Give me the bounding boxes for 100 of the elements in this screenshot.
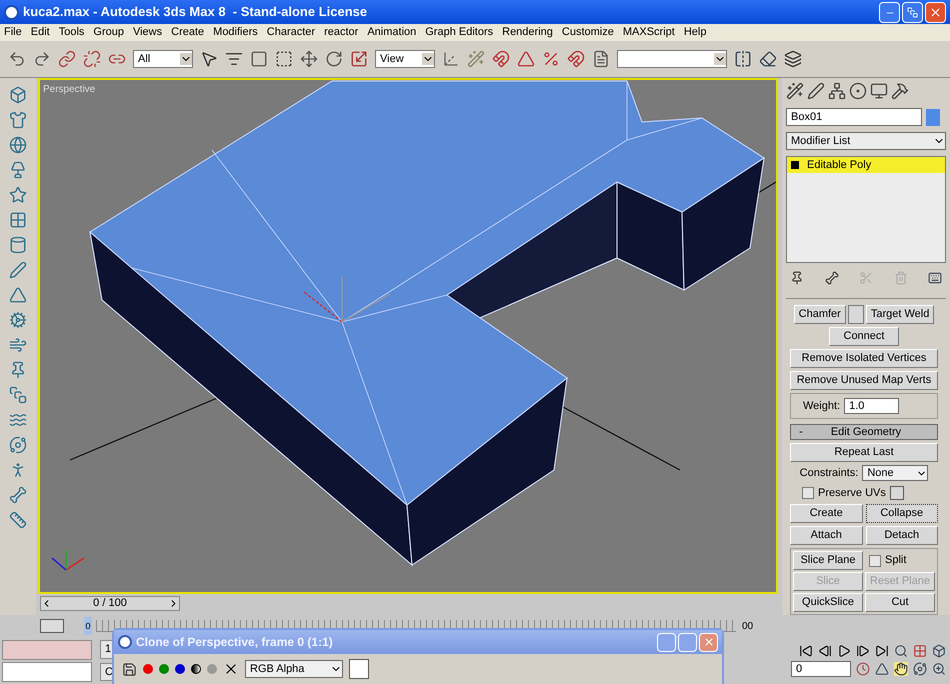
- geometry-button[interactable]: Attach: [790, 526, 862, 545]
- menu-item[interactable]: Character: [266, 24, 316, 41]
- triangle-icon[interactable]: [9, 286, 27, 304]
- connect-button[interactable]: Connect: [829, 327, 899, 346]
- link-icon[interactable]: [58, 50, 76, 68]
- slice-button[interactable]: QuickSlice: [793, 593, 863, 612]
- repeat-last-button[interactable]: Repeat Last: [790, 443, 938, 462]
- menu-item[interactable]: Animation: [367, 24, 416, 41]
- settings-button[interactable]: [890, 486, 904, 500]
- redo-icon[interactable]: [33, 50, 51, 68]
- modify-tab-icon[interactable]: [807, 82, 825, 100]
- rotate-icon[interactable]: [325, 50, 343, 68]
- split-checkbox[interactable]: [869, 554, 881, 566]
- move-icon[interactable]: [300, 50, 318, 68]
- percent-snap-icon[interactable]: [542, 50, 560, 68]
- remove-unused-map-verts-button[interactable]: Remove Unused Map Verts: [790, 371, 938, 390]
- go-to-start-icon[interactable]: [799, 644, 813, 658]
- rollout-header[interactable]: - Edit Geometry: [790, 424, 938, 440]
- checker-icon[interactable]: [9, 211, 27, 229]
- magnet-icon[interactable]: [492, 50, 510, 68]
- restore-button[interactable]: [902, 2, 923, 22]
- pen-icon[interactable]: [9, 261, 27, 279]
- go-to-end-icon[interactable]: [875, 644, 889, 658]
- constraints-dropdown[interactable]: None: [862, 465, 928, 482]
- unlink-icon[interactable]: [83, 50, 101, 68]
- channel-dropdown[interactable]: RGB Alpha: [245, 660, 343, 678]
- menu-item[interactable]: Help: [684, 24, 706, 41]
- mono-channel-icon[interactable]: [191, 664, 201, 674]
- window-selection-icon[interactable]: [275, 50, 293, 68]
- menu-item[interactable]: Views: [132, 24, 162, 41]
- lamp-icon[interactable]: [9, 161, 27, 179]
- display-tab-icon[interactable]: [870, 82, 888, 100]
- menu-item[interactable]: Edit: [30, 24, 50, 41]
- slice-button[interactable]: Cut: [865, 593, 935, 612]
- frame-counter-bar[interactable]: 0 / 100: [40, 596, 180, 610]
- undo-icon[interactable]: [8, 50, 26, 68]
- ruler-icon[interactable]: [9, 511, 27, 529]
- rectangle-selection-icon[interactable]: [250, 50, 268, 68]
- menu-item[interactable]: Rendering: [502, 24, 553, 41]
- geometry-button[interactable]: Collapse: [866, 504, 938, 523]
- waves-icon[interactable]: [9, 411, 27, 429]
- menu-item[interactable]: File: [4, 24, 22, 41]
- minimize-button[interactable]: [657, 632, 676, 652]
- previous-frame-icon[interactable]: [818, 644, 832, 658]
- zoom-icon[interactable]: [894, 644, 908, 658]
- hierarchy-tab-icon[interactable]: [828, 82, 846, 100]
- pin-stack-icon[interactable]: [790, 270, 804, 285]
- boxes-icon[interactable]: [9, 86, 27, 104]
- geometry-button[interactable]: Create: [790, 504, 862, 523]
- object-name-field[interactable]: Box01: [786, 108, 922, 126]
- menu-item[interactable]: Modifiers: [213, 24, 258, 41]
- list-icon[interactable]: [225, 50, 243, 68]
- layers-icon[interactable]: [784, 50, 802, 68]
- pin-icon[interactable]: [9, 361, 27, 379]
- close-button[interactable]: [925, 2, 946, 22]
- scale-icon[interactable]: [350, 50, 368, 68]
- sphere-icon[interactable]: [9, 136, 27, 154]
- menu-item[interactable]: Tools: [58, 24, 84, 41]
- play-icon[interactable]: [837, 644, 851, 658]
- slice-plane-button[interactable]: Slice Plane: [793, 551, 863, 570]
- menu-item[interactable]: reactor: [324, 24, 358, 41]
- next-frame-icon[interactable]: [856, 644, 870, 658]
- orbit-icon[interactable]: [913, 662, 927, 676]
- object-color-swatch[interactable]: [926, 108, 940, 126]
- rings-icon[interactable]: [9, 436, 27, 454]
- target-weld-button[interactable]: Target Weld: [866, 305, 934, 324]
- gear-icon[interactable]: [9, 311, 27, 329]
- time-thumb[interactable]: 0: [84, 617, 92, 635]
- utilities-tab-icon[interactable]: [891, 82, 909, 100]
- script-output-field[interactable]: [2, 662, 92, 682]
- script-listener-field[interactable]: [2, 640, 92, 660]
- menu-item[interactable]: Group: [93, 24, 124, 41]
- menu-item[interactable]: Create: [171, 24, 204, 41]
- close-button[interactable]: [699, 632, 718, 652]
- mirror-icon[interactable]: [734, 50, 752, 68]
- menu-item[interactable]: MAXScript: [622, 24, 675, 41]
- pan-icon[interactable]: [894, 662, 908, 676]
- minimize-button[interactable]: [879, 2, 900, 22]
- reference-coordinate-dropdown[interactable]: View: [375, 50, 435, 68]
- star-icon[interactable]: [9, 186, 27, 204]
- create-tab-icon[interactable]: [786, 82, 804, 100]
- shirt-icon[interactable]: [9, 111, 27, 129]
- remove-isolated-vertices-button[interactable]: Remove Isolated Vertices: [790, 349, 938, 368]
- frame-field[interactable]: 0: [791, 661, 851, 677]
- stack-item[interactable]: Editable Poly: [787, 157, 945, 174]
- settings-button[interactable]: [848, 305, 864, 324]
- geometry-button[interactable]: Detach: [866, 526, 938, 545]
- cursor-icon[interactable]: [200, 50, 218, 68]
- menu-item[interactable]: Customize: [562, 24, 614, 41]
- preserve-uvs-checkbox[interactable]: [802, 486, 814, 499]
- weight-spinner[interactable]: 1.0: [844, 398, 900, 414]
- maximize-button[interactable]: [678, 632, 697, 652]
- bone-icon[interactable]: [9, 486, 27, 504]
- named-selection-dropdown[interactable]: [617, 50, 727, 68]
- modifier-list-dropdown[interactable]: Modifier List: [786, 132, 946, 150]
- save-icon[interactable]: [122, 662, 137, 676]
- color-swatch[interactable]: [349, 659, 369, 679]
- selection-filter-dropdown[interactable]: All: [133, 50, 193, 68]
- menu-item[interactable]: Graph Editors: [425, 24, 494, 41]
- chamfer-button[interactable]: Chamfer: [794, 305, 846, 324]
